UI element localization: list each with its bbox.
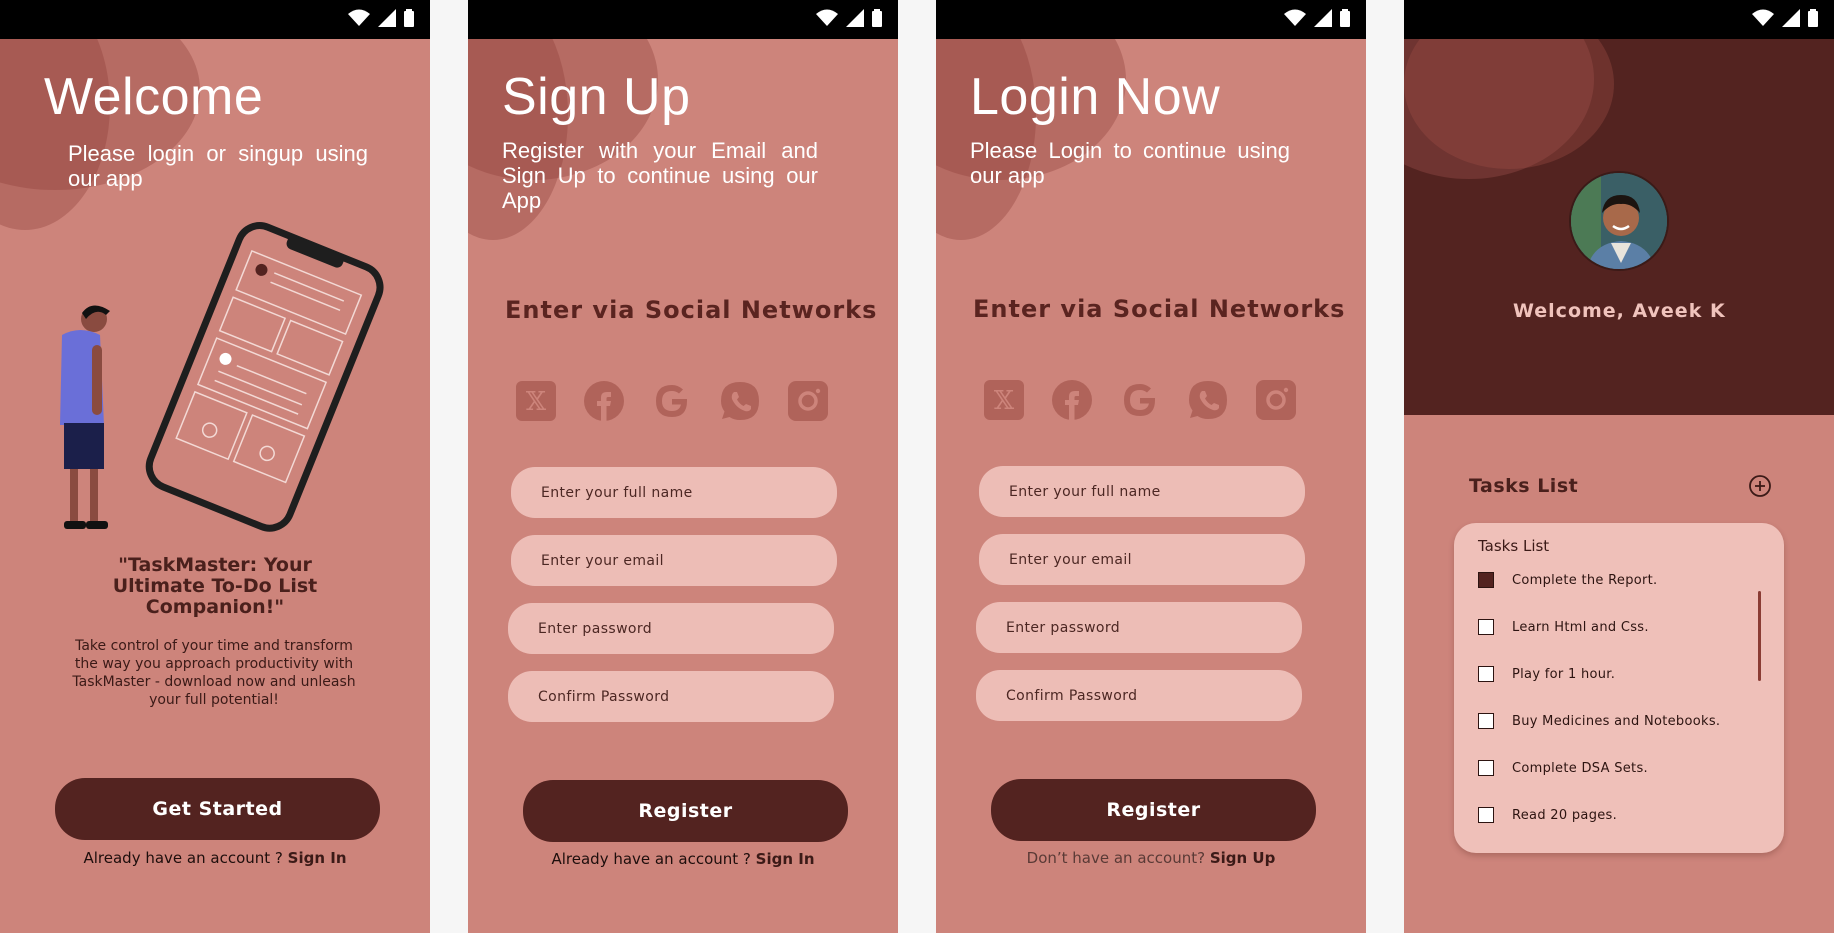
confirm-password-field[interactable]: Confirm Password (508, 671, 834, 722)
welcome-screen: Welcome Please login or singup using our… (0, 0, 430, 933)
signin-prompt-text: Already have an account ? (551, 850, 751, 868)
full-name-field[interactable]: Enter your full name (511, 467, 837, 518)
google-icon[interactable] (1118, 378, 1162, 422)
avatar[interactable] (1569, 171, 1669, 271)
facebook-icon[interactable] (1050, 378, 1094, 422)
task-checkbox[interactable] (1478, 572, 1494, 588)
instagram-icon[interactable] (786, 379, 830, 423)
task-item[interactable]: Buy Medicines and Notebooks. (1478, 713, 1720, 729)
confirm-password-field[interactable]: Confirm Password (976, 670, 1302, 721)
wifi-icon (816, 9, 838, 26)
battery-icon (1340, 9, 1350, 27)
social-heading: Enter via Social Networks (505, 296, 878, 324)
signal-icon (846, 9, 864, 27)
task-checkbox[interactable] (1478, 760, 1494, 776)
page-title: Sign Up (502, 68, 691, 126)
app-showcase: Welcome Please login or singup using our… (0, 0, 1834, 933)
battery-icon (872, 9, 882, 27)
get-started-button[interactable]: Get Started (55, 778, 380, 840)
facebook-icon[interactable] (582, 379, 626, 423)
tasks-card: Tasks List Complete the Report. Learn Ht… (1454, 523, 1784, 853)
page-subtitle: Please Login to continue using our app (970, 138, 1290, 188)
page-subtitle: Register with your Email and Sign Up to … (502, 138, 818, 213)
page-subtitle: Please login or singup using our app (68, 141, 368, 191)
task-label: Read 20 pages. (1512, 807, 1618, 823)
signal-icon (1782, 9, 1800, 27)
register-button[interactable]: Register (991, 779, 1316, 841)
social-login-row: 𝕏 (982, 378, 1298, 422)
task-checkbox[interactable] (1478, 713, 1494, 729)
task-checkbox[interactable] (1478, 619, 1494, 635)
x-icon[interactable]: 𝕏 (514, 379, 558, 423)
task-item[interactable]: Learn Html and Css. (1478, 619, 1649, 635)
tasks-card-title: Tasks List (1478, 537, 1550, 555)
status-bar (1404, 0, 1834, 39)
signup-link[interactable]: Sign Up (1210, 849, 1276, 867)
full-name-field[interactable]: Enter your full name (979, 466, 1305, 517)
task-label: Complete the Report. (1512, 572, 1658, 588)
signup-prompt-text: Don’t have an account? (1026, 849, 1206, 867)
social-heading: Enter via Social Networks (973, 295, 1346, 323)
signup-screen: Sign Up Register with your Email and Sig… (468, 0, 898, 933)
task-item[interactable]: Play for 1 hour. (1478, 666, 1615, 682)
scrollbar[interactable] (1758, 591, 1761, 681)
add-task-icon[interactable] (1748, 474, 1772, 498)
svg-text:𝕏: 𝕏 (526, 387, 547, 417)
illustration (60, 222, 384, 532)
signin-prompt: Already have an account ? Sign In (0, 849, 430, 867)
tasks-screen: Welcome, Aveek K Tasks List Tasks List C… (1404, 0, 1834, 933)
instagram-icon[interactable] (1254, 378, 1298, 422)
svg-text:𝕏: 𝕏 (994, 386, 1015, 416)
signal-icon (1314, 9, 1332, 27)
app-tagline: "TaskMaster: Your Ultimate To-Do List Co… (112, 554, 318, 618)
task-item[interactable]: Complete the Report. (1478, 572, 1657, 588)
tasks-section-title: Tasks List (1469, 475, 1579, 497)
email-field[interactable]: Enter your email (979, 534, 1305, 585)
x-icon[interactable]: 𝕏 (982, 378, 1026, 422)
task-item[interactable]: Read 20 pages. (1478, 807, 1617, 823)
task-checkbox[interactable] (1478, 807, 1494, 823)
login-screen: Login Now Please Login to continue using… (936, 0, 1366, 933)
register-button[interactable]: Register (523, 780, 848, 842)
wifi-icon (348, 9, 370, 26)
signup-prompt: Don’t have an account? Sign Up (936, 849, 1366, 867)
wifi-icon (1284, 9, 1306, 26)
battery-icon (1808, 9, 1818, 27)
signin-link[interactable]: Sign In (756, 850, 815, 868)
task-label: Learn Html and Css. (1512, 619, 1649, 635)
page-title: Welcome (44, 68, 264, 126)
whatsapp-icon[interactable] (718, 379, 762, 423)
task-label: Buy Medicines and Notebooks. (1512, 713, 1721, 729)
signin-prompt-text: Already have an account ? (83, 849, 283, 867)
task-checkbox[interactable] (1478, 666, 1494, 682)
welcome-message: Welcome, Aveek K (1513, 300, 1726, 322)
google-icon[interactable] (650, 379, 694, 423)
signin-link[interactable]: Sign In (288, 849, 347, 867)
battery-icon (404, 9, 414, 27)
whatsapp-icon[interactable] (1186, 378, 1230, 422)
page-title: Login Now (970, 68, 1221, 126)
signal-icon (378, 9, 396, 27)
signin-prompt: Already have an account ? Sign In (468, 850, 898, 868)
social-login-row: 𝕏 (514, 379, 830, 423)
app-description: Take control of your time and transform … (72, 638, 356, 708)
task-label: Play for 1 hour. (1512, 666, 1616, 682)
task-item[interactable]: Complete DSA Sets. (1478, 760, 1648, 776)
wifi-icon (1752, 9, 1774, 26)
status-bar (468, 0, 898, 39)
email-field[interactable]: Enter your email (511, 535, 837, 586)
password-field[interactable]: Enter password (976, 602, 1302, 653)
status-bar (936, 0, 1366, 39)
status-bar (0, 0, 430, 39)
task-label: Complete DSA Sets. (1512, 760, 1648, 776)
password-field[interactable]: Enter password (508, 603, 834, 654)
